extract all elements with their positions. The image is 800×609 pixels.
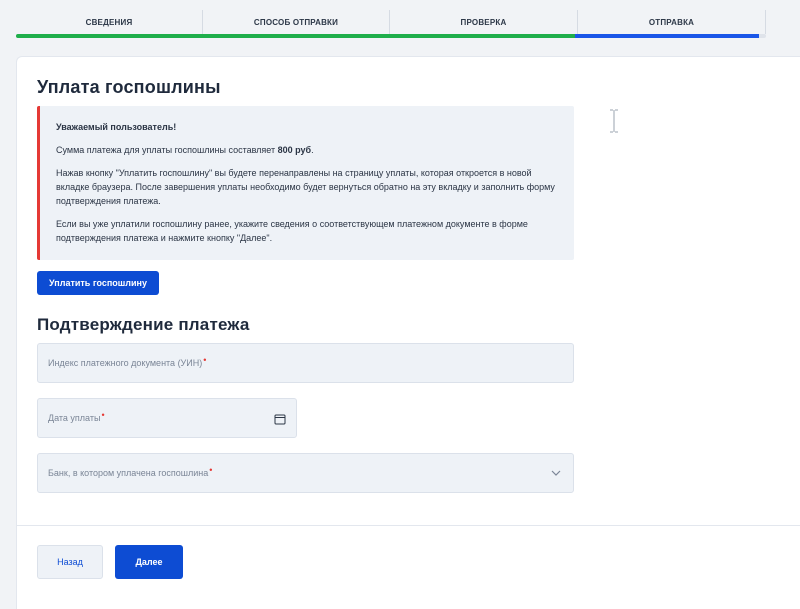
chevron-down-icon[interactable]	[551, 470, 561, 477]
notice-redirect-info: Нажав кнопку "Уплатить госпошлину" вы бу…	[56, 168, 555, 206]
next-button[interactable]: Далее	[115, 545, 183, 579]
notice-amount: Сумма платежа для уплаты госпошлины сост…	[56, 145, 314, 155]
step-details: Сведения	[16, 10, 203, 34]
form-card: Уплата госпошлины Уважаемый пользователь…	[16, 56, 800, 609]
back-button[interactable]: Назад	[37, 545, 103, 579]
calendar-icon[interactable]	[274, 413, 286, 425]
fee-section-title: Уплата госпошлины	[37, 77, 221, 97]
required-mark: •	[203, 355, 207, 365]
date-placeholder: Дата уплаты	[48, 413, 101, 423]
required-mark: •	[101, 410, 105, 420]
bank-placeholder: Банк, в котором уплачена госпошлина	[48, 468, 209, 478]
text-cursor-icon	[610, 109, 618, 133]
notice-heading: Уважаемый пользователь!	[56, 122, 177, 132]
pay-fee-button[interactable]: Уплатить госпошлину	[37, 271, 159, 295]
step-delivery-method: Способ отправки	[203, 10, 390, 34]
progress-bar	[16, 34, 766, 38]
notice-already-paid: Если вы уже уплатили госпошлину ранее, у…	[56, 219, 528, 243]
fee-notice: Уважаемый пользователь! Сумма платежа дл…	[37, 106, 574, 260]
required-mark: •	[209, 465, 213, 475]
progress-completed	[16, 34, 575, 38]
progress-steps: Сведения Способ отправки Проверка Отправ…	[16, 10, 766, 34]
payment-date-field[interactable]: Дата уплаты •	[37, 398, 297, 438]
bank-select[interactable]: Банк, в котором уплачена госпошлина •	[37, 453, 574, 493]
progress-active	[574, 34, 759, 38]
uin-field[interactable]: Индекс платежного документа (УИН) •	[37, 343, 574, 383]
confirmation-title: Подтверждение платежа	[37, 315, 250, 334]
step-review: Проверка	[390, 10, 578, 34]
uin-placeholder: Индекс платежного документа (УИН)	[48, 358, 203, 368]
footer-divider	[17, 525, 800, 526]
fee-amount: 800 руб	[277, 145, 312, 155]
step-submit: Отправка	[578, 10, 766, 34]
